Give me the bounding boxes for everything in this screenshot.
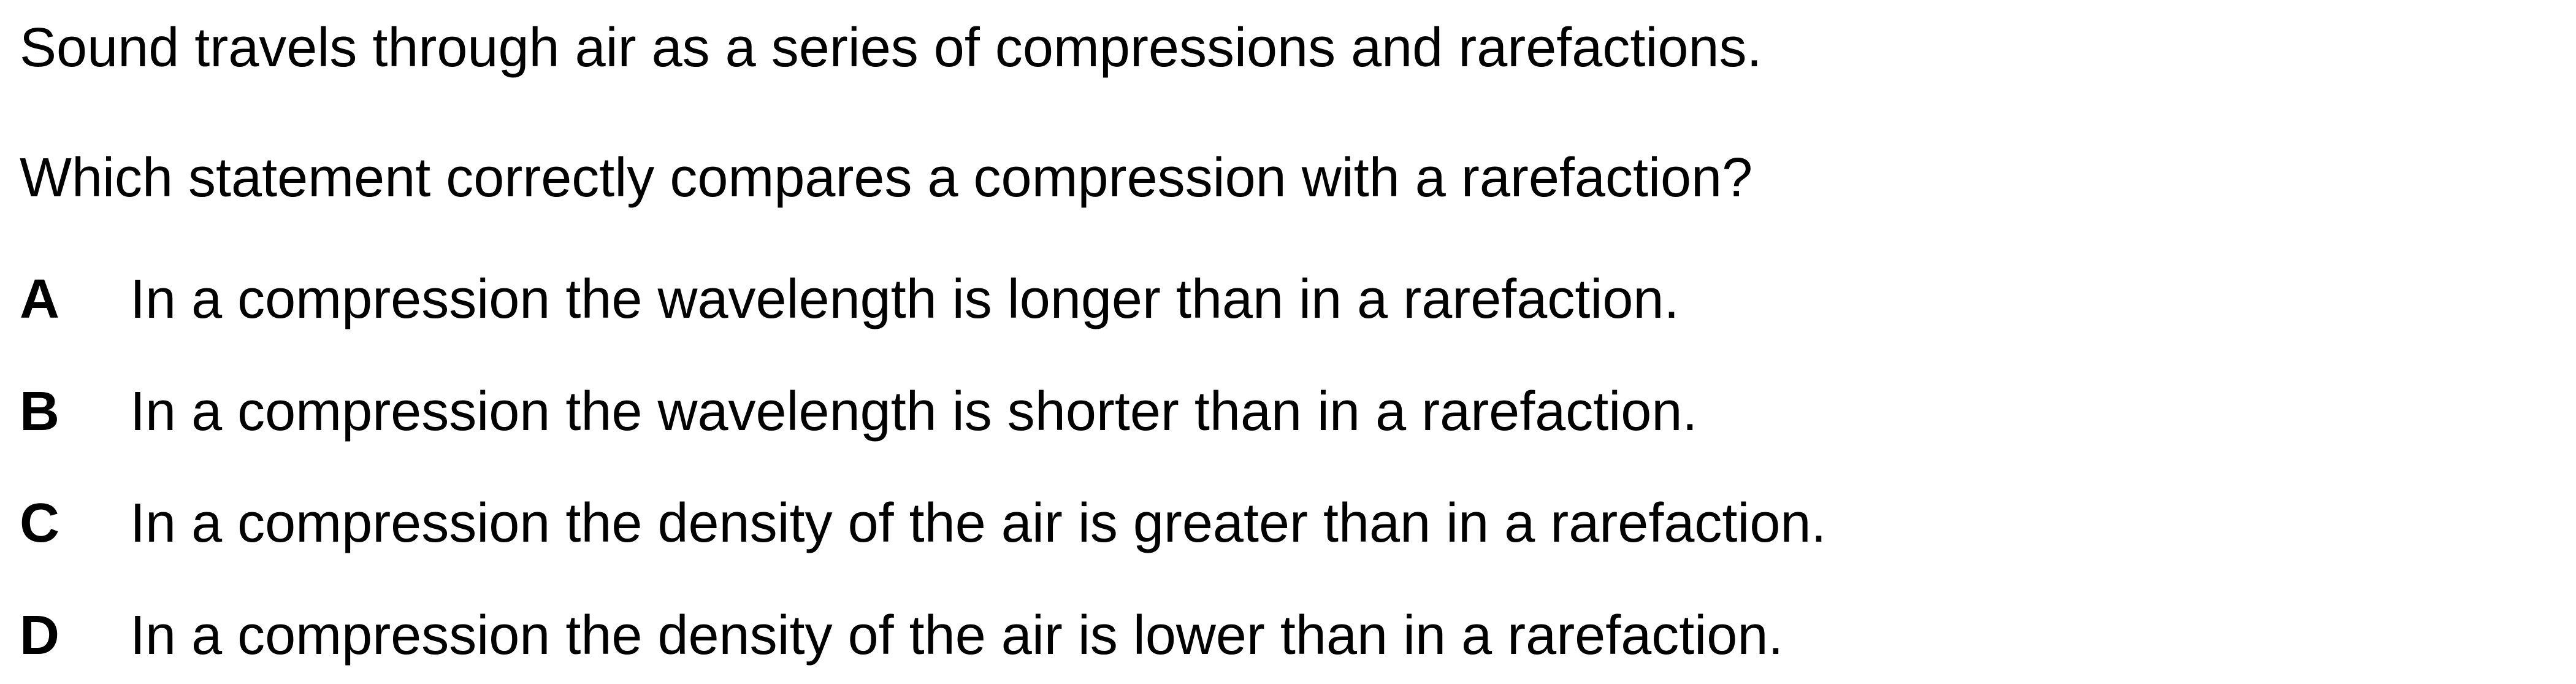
option-letter: B	[20, 381, 59, 442]
question-intro: Sound travels through air as a series of…	[20, 17, 1762, 79]
option-text: In a compression the wavelength is longe…	[130, 269, 1680, 330]
option-text: In a compression the density of the air …	[130, 493, 1827, 554]
option-text: In a compression the density of the air …	[130, 605, 1784, 666]
option-letter: A	[20, 269, 59, 330]
option-text: In a compression the wavelength is short…	[130, 381, 1698, 442]
option-letter: C	[20, 493, 59, 554]
option-letter: D	[20, 605, 59, 666]
question-prompt: Which statement correctly compares a com…	[20, 147, 1753, 209]
